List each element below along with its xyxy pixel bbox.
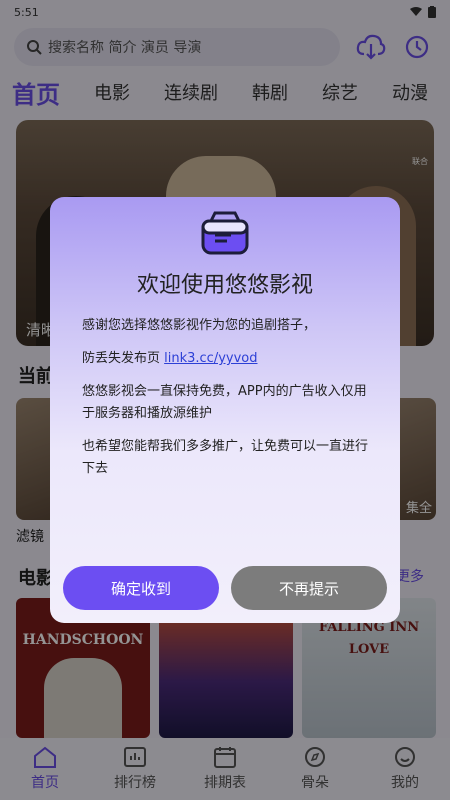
- dialog-promote-notice: 也希望您能帮我们多多推广，让免费可以一直进行下去: [82, 439, 369, 476]
- dialog-title: 欢迎使用悠悠影视: [136, 273, 313, 298]
- dialog-free-notice: 悠悠影视会一直保持免费，APP内的广告收入仅用于服务器和播放源维护: [82, 384, 367, 421]
- dialog-link-label: 防丢失发布页: [82, 351, 165, 366]
- dialog-link-line: 防丢失发布页 link3.cc/yyvod: [82, 348, 374, 370]
- dont-show-again-button[interactable]: 不再提示: [231, 566, 387, 610]
- release-page-link[interactable]: link3.cc/yyvod: [164, 351, 257, 366]
- dialog-intro: 感谢您选择悠悠影视作为您的追剧搭子，: [82, 318, 317, 333]
- notice-icon: [201, 211, 249, 255]
- confirm-button[interactable]: 确定收到: [63, 566, 219, 610]
- welcome-dialog: 欢迎使用悠悠影视 感谢您选择悠悠影视作为您的追剧搭子， 防丢失发布页 link3…: [50, 197, 400, 623]
